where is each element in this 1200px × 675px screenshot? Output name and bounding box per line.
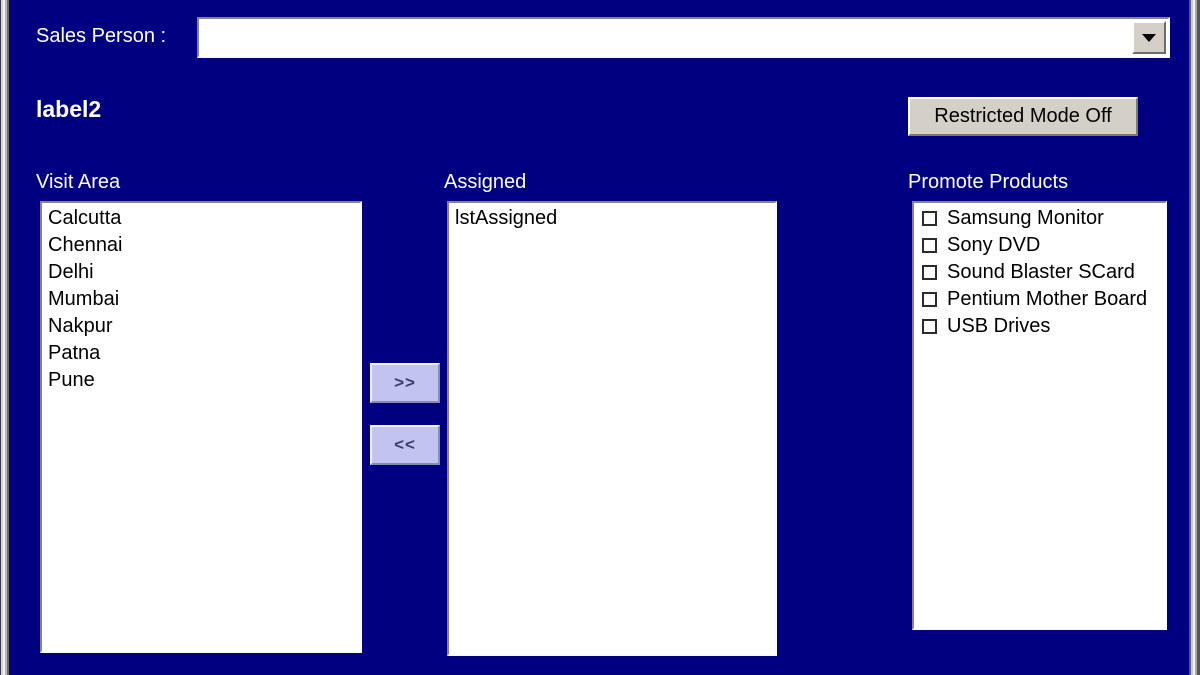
checkbox-icon[interactable] — [922, 238, 937, 253]
checkbox-icon[interactable] — [922, 319, 937, 334]
checklist-item[interactable]: Pentium Mother Board — [914, 286, 1165, 313]
unassign-button[interactable]: << — [370, 425, 440, 465]
assigned-listbox[interactable]: lstAssigned — [447, 201, 777, 656]
visit-area-header: Visit Area — [36, 171, 121, 193]
list-item[interactable]: Delhi — [42, 259, 360, 286]
chevron-down-glyph — [1142, 33, 1156, 42]
checklist-item[interactable]: USB Drives — [914, 313, 1165, 340]
checklist-item[interactable]: Samsung Monitor — [914, 205, 1165, 232]
sales-person-input[interactable] — [199, 19, 1132, 56]
list-item[interactable]: Nakpur — [42, 313, 360, 340]
sales-person-combobox[interactable] — [197, 17, 1170, 58]
visit-area-listbox[interactable]: Calcutta Chennai Delhi Mumbai Nakpur Patna Pun… — [40, 201, 362, 653]
promote-products-checklist[interactable]: Samsung Monitor Sony DVD Sound Blaster SCa… — [912, 201, 1167, 630]
window-left-edge — [0, 0, 9, 675]
list-item[interactable]: Patna — [42, 340, 360, 367]
checkbox-icon[interactable] — [922, 292, 937, 307]
sales-person-label: Sales Person : — [36, 25, 167, 47]
sales-person-assignment-form: Sales Person : label2 Restricted Mode Of… — [0, 0, 1200, 675]
checklist-item-label: Pentium Mother Board — [947, 288, 1148, 310]
checklist-item-label: Sound Blaster SCard — [947, 261, 1135, 283]
assign-button[interactable]: >> — [370, 363, 440, 403]
list-item[interactable]: Calcutta — [42, 205, 360, 232]
list-item[interactable]: Chennai — [42, 232, 360, 259]
window-right-edge — [1189, 0, 1200, 675]
checklist-item[interactable]: Sound Blaster SCard — [914, 259, 1165, 286]
checklist-item-label: Sony DVD — [947, 234, 1041, 256]
list-item[interactable]: lstAssigned — [449, 205, 775, 232]
list-item[interactable]: Pune — [42, 367, 360, 394]
checkbox-icon[interactable] — [922, 265, 937, 280]
assigned-header: Assigned — [444, 171, 527, 193]
checkbox-icon[interactable] — [922, 211, 937, 226]
list-item[interactable]: Mumbai — [42, 286, 360, 313]
checklist-item-label: USB Drives — [947, 315, 1051, 337]
checklist-item[interactable]: Sony DVD — [914, 232, 1165, 259]
chevron-down-icon[interactable] — [1132, 21, 1166, 54]
page-title: label2 — [36, 96, 102, 122]
restricted-mode-toggle-button[interactable]: Restricted Mode Off — [908, 97, 1138, 136]
promote-products-header: Promote Products — [908, 171, 1069, 193]
checklist-item-label: Samsung Monitor — [947, 207, 1104, 229]
